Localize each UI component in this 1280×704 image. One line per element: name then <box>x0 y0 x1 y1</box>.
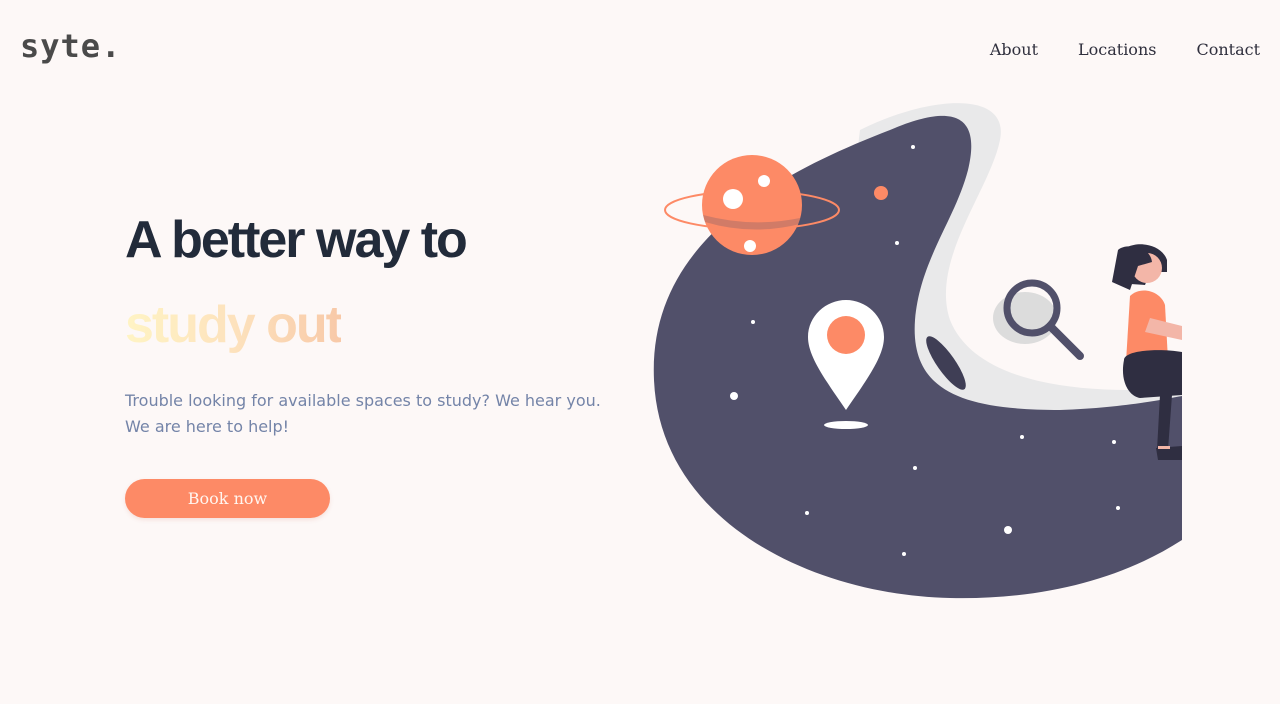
hero-description: Trouble looking for available spaces to … <box>125 391 601 436</box>
nav-locations-link[interactable]: Locations <box>1078 40 1156 59</box>
space-illustration <box>653 103 1182 599</box>
page: syte. About Locations Contact A better w… <box>0 0 1280 704</box>
nav-about-link[interactable]: About <box>990 40 1038 59</box>
hero-illustration <box>640 90 1182 610</box>
nav-contact-link[interactable]: Contact <box>1196 40 1260 59</box>
top-nav: About Locations Contact <box>990 40 1260 59</box>
magnifier-icon <box>993 279 1084 360</box>
book-now-button[interactable]: Book now <box>125 479 330 518</box>
hero-title: A better way to <box>125 211 468 269</box>
moon-shape <box>874 186 888 200</box>
logo[interactable]: syte. <box>20 30 121 62</box>
hero-subtitle: study out <box>125 296 343 354</box>
